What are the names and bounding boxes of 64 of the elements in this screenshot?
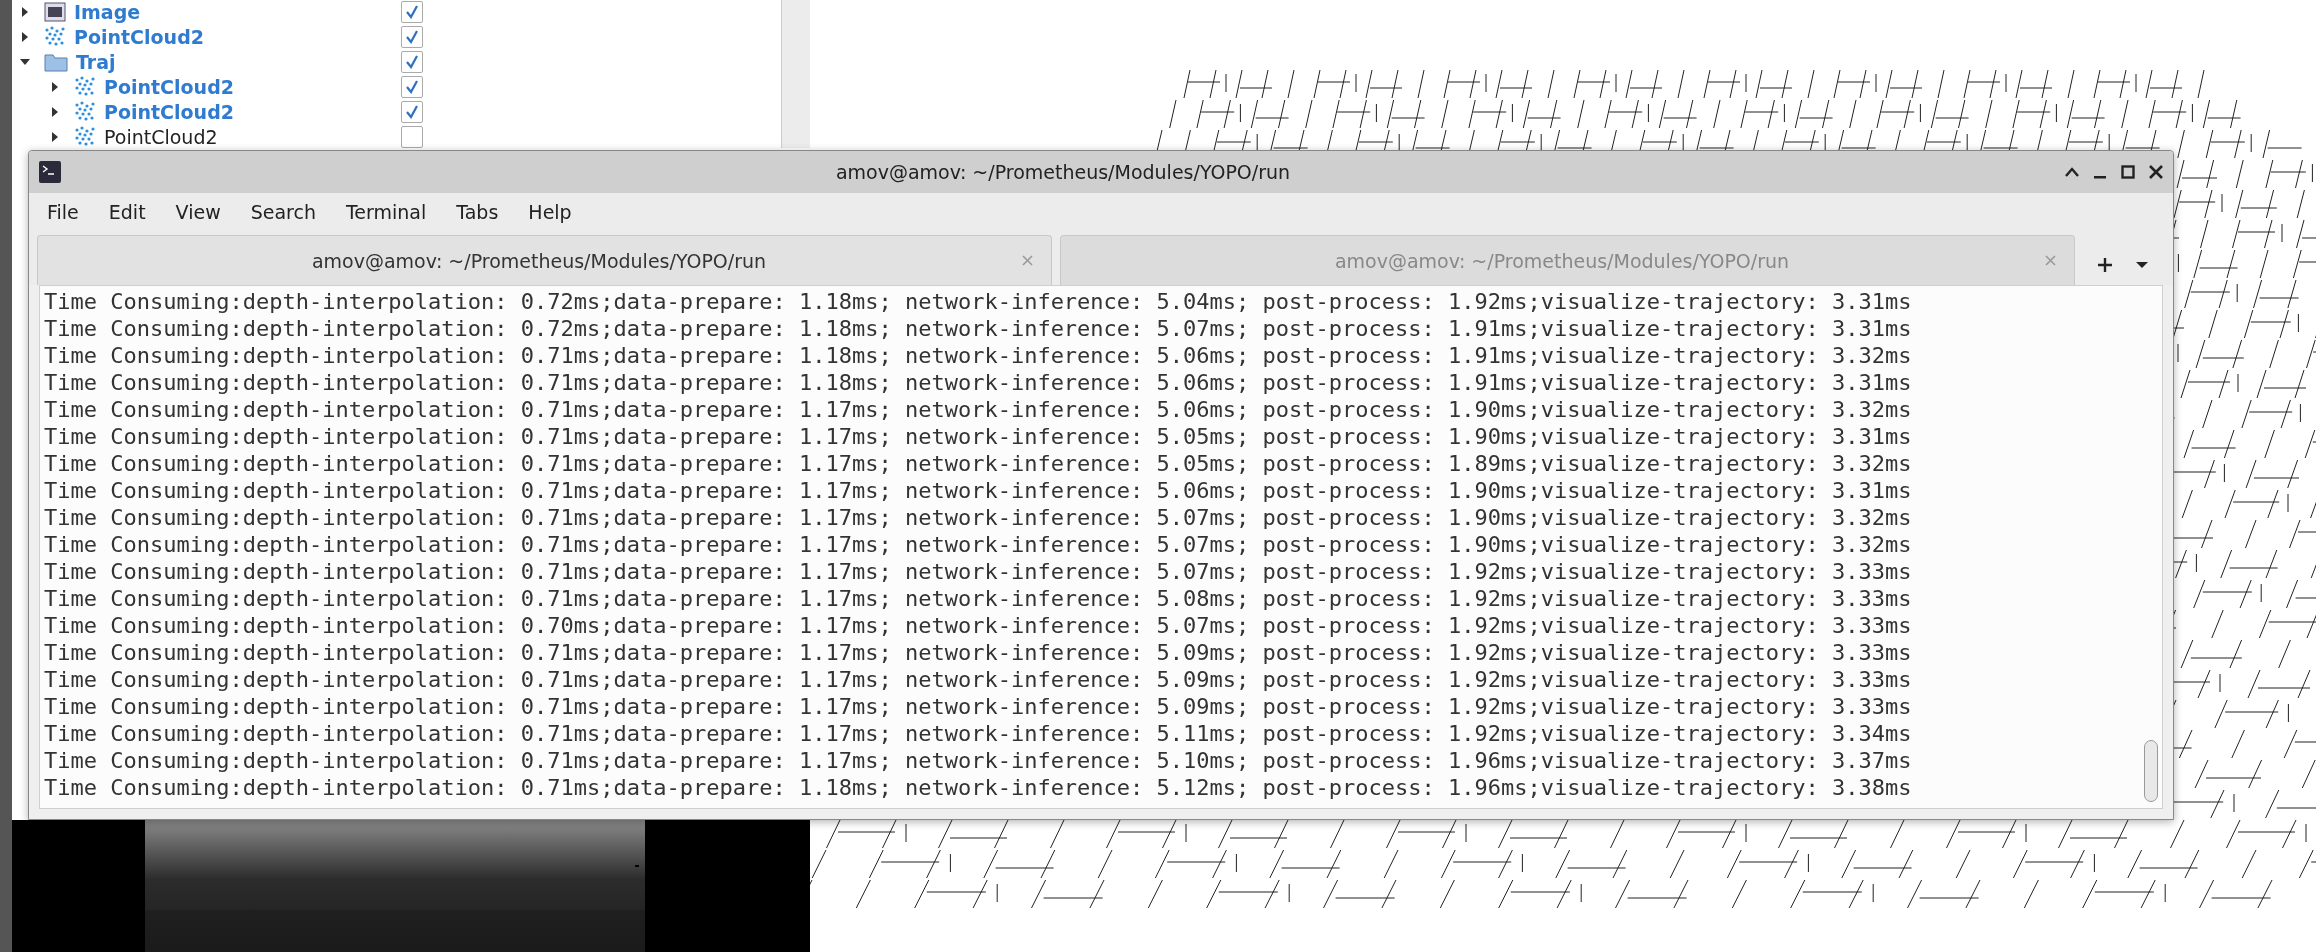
menu-item[interactable]: Edit [108, 201, 146, 223]
checkmark-icon [405, 29, 420, 44]
output-line: Time Consuming:depth-interpolation: 0.71ms;data-prepare: 1.17ms; network-inference: 5.11ms; post-process: 1.92ms;visualize-trajectory: 3.34ms [44, 720, 1913, 747]
display-name[interactable]: Traj [76, 50, 116, 73]
checkbox[interactable] [401, 100, 424, 123]
dots-icon [74, 125, 96, 148]
menu-item[interactable]: Tabs [456, 201, 499, 223]
output-line: Time Consuming:depth-interpolation: 0.71ms;data-prepare: 1.17ms; network-inference: 5.10ms; post-process: 1.96ms;visualize-trajectory: 3.37ms [44, 747, 1913, 774]
scrollbar-track[interactable] [781, 0, 810, 148]
output-line: Time Consuming:depth-interpolation: 0.71ms;data-prepare: 1.18ms; network-inference: 5.06ms; post-process: 1.91ms;visualize-trajectory: 3.32ms [44, 342, 1913, 369]
plus-icon[interactable] [2097, 257, 2113, 273]
checkbox[interactable] [401, 50, 424, 73]
output-line: Time Consuming:depth-interpolation: 0.71ms;data-prepare: 1.17ms; network-inference: 5.05ms; post-process: 1.90ms;visualize-trajectory: 3.31ms [44, 423, 1913, 450]
output-line: Time Consuming:depth-interpolation: 0.72ms;data-prepare: 1.18ms; network-inference: 5.04ms; post-process: 1.92ms;visualize-trajectory: 3.31ms [44, 288, 1913, 315]
checkmark-icon [405, 54, 420, 69]
output-line: Time Consuming:depth-interpolation: 0.71ms;data-prepare: 1.17ms; network-inference: 5.07ms; post-process: 1.92ms;visualize-trajectory: 3.33ms [44, 558, 1913, 585]
checkmark-icon [405, 4, 420, 19]
expand-arrow-icon[interactable] [20, 30, 30, 43]
output-line: Time Consuming:depth-interpolation: 0.71ms;data-prepare: 1.18ms; network-inference: 5.12ms; post-process: 1.96ms;visualize-trajectory: 3.38ms [44, 774, 1913, 801]
display-name[interactable]: PointCloud2 [104, 100, 234, 123]
window-title: amov@amov: ~/Prometheus/Modules/YOPO/run [834, 161, 1292, 183]
output-line: Time Consuming:depth-interpolation: 0.71ms;data-prepare: 1.17ms; network-inference: 5.05ms; post-process: 1.89ms;visualize-trajectory: 3.32ms [44, 450, 1913, 477]
terminal-tab[interactable]: amov@amov: ~/Prometheus/Modules/YOPO/run [37, 235, 1052, 285]
output-line: Time Consuming:depth-interpolation: 0.71ms;data-prepare: 1.17ms; network-inference: 5.09ms; post-process: 1.92ms;visualize-trajectory: 3.33ms [44, 639, 1913, 666]
chevron-up-icon[interactable] [2065, 167, 2079, 177]
output-line: Time Consuming:depth-interpolation: 0.72ms;data-prepare: 1.18ms; network-inference: 5.07ms; post-process: 1.91ms;visualize-trajectory: 3.31ms [44, 315, 1913, 342]
checkbox[interactable] [401, 0, 424, 23]
menu-item[interactable]: File [47, 201, 79, 223]
output-line: Time Consuming:depth-interpolation: 0.70ms;data-prepare: 1.17ms; network-inference: 5.07ms; post-process: 1.92ms;visualize-trajectory: 3.33ms [44, 612, 1913, 639]
terminal-icon [39, 161, 61, 183]
display-name[interactable]: Image [74, 0, 141, 23]
output-line: Time Consuming:depth-interpolation: 0.71ms;data-prepare: 1.17ms; network-inference: 5.07ms; post-process: 1.90ms;visualize-trajectory: 3.32ms [44, 531, 1913, 558]
close-icon[interactable] [2149, 165, 2163, 179]
checkbox[interactable] [401, 25, 424, 48]
checkmark-icon [405, 79, 420, 94]
dots-icon [44, 25, 66, 48]
output-line: Time Consuming:depth-interpolation: 0.71ms;data-prepare: 1.17ms; network-inference: 5.07ms; post-process: 1.90ms;visualize-trajectory: 3.32ms [44, 504, 1913, 531]
expand-arrow-icon[interactable] [50, 130, 60, 143]
expand-arrow-icon[interactable] [20, 5, 30, 18]
output-line: Time Consuming:depth-interpolation: 0.71ms;data-prepare: 1.18ms; network-inference: 5.06ms; post-process: 1.91ms;visualize-trajectory: 3.31ms [44, 369, 1913, 396]
display-name[interactable]: PointCloud2 [104, 75, 234, 98]
output-line: Time Consuming:depth-interpolation: 0.71ms;data-prepare: 1.17ms; network-inference: 5.06ms; post-process: 1.90ms;visualize-trajectory: 3.31ms [44, 477, 1913, 504]
output-line: Time Consuming:depth-interpolation: 0.71ms;data-prepare: 1.17ms; network-inference: 5.08ms; post-process: 1.92ms;visualize-trajectory: 3.33ms [44, 585, 1913, 612]
expand-arrow-icon[interactable] [50, 80, 60, 93]
dots-icon [74, 75, 96, 98]
caret-icon[interactable] [2135, 261, 2149, 269]
display-name[interactable]: PointCloud2 [104, 125, 218, 148]
menu-item[interactable]: Help [528, 201, 572, 223]
menu-item[interactable]: View [175, 201, 221, 223]
scrollbar-thumb[interactable] [2144, 740, 2158, 802]
image-icon [44, 1, 66, 22]
display-name[interactable]: PointCloud2 [74, 25, 204, 48]
folder-icon [44, 51, 68, 72]
output-line: Time Consuming:depth-interpolation: 0.71ms;data-prepare: 1.17ms; network-inference: 5.09ms; post-process: 1.92ms;visualize-trajectory: 3.33ms [44, 666, 1913, 693]
checkbox[interactable] [401, 75, 424, 98]
output-line: Time Consuming:depth-interpolation: 0.71ms;data-prepare: 1.17ms; network-inference: 5.09ms; post-process: 1.92ms;visualize-trajectory: 3.33ms [44, 693, 1913, 720]
expand-arrow-icon[interactable] [50, 105, 60, 118]
dots-icon [74, 100, 96, 123]
checkmark-icon [405, 104, 420, 119]
checkbox[interactable] [401, 125, 424, 148]
output-line: Time Consuming:depth-interpolation: 0.71ms;data-prepare: 1.17ms; network-inference: 5.06ms; post-process: 1.90ms;visualize-trajectory: 3.32ms [44, 396, 1913, 423]
maximize-icon[interactable] [2121, 165, 2135, 179]
menu-item[interactable]: Terminal [345, 201, 427, 223]
menu-item[interactable]: Search [250, 201, 316, 223]
